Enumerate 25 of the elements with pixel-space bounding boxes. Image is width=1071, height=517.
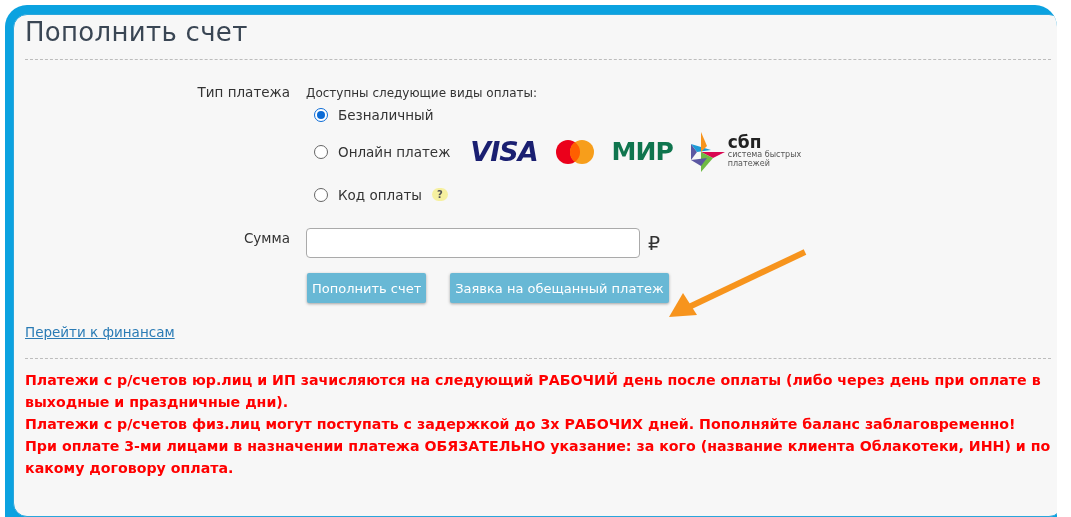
- radio-button[interactable]: [314, 108, 328, 122]
- mastercard-logo: [555, 139, 594, 164]
- top-up-button[interactable]: Пополнить счет: [307, 273, 427, 303]
- sbp-logo-text: сбп: [727, 134, 763, 152]
- option-label: Онлайн платеж: [338, 143, 451, 160]
- currency-sign: ₽: [648, 232, 661, 254]
- amount-field[interactable]: [306, 228, 640, 258]
- notice-text: При оплате 3-ми лицами в назначении платежа ОБЯЗАТЕЛЬНО указание: за кого (название клиента Облакотеки, ИНН) и по какому договору оплата.: [25, 437, 1051, 478]
- mir-logo: МИР: [611, 137, 673, 166]
- promised-payment-button[interactable]: Заявка на обещанный платеж: [450, 273, 669, 303]
- notice-text: Платежи с р/счетов физ.лиц могут поступать с задержкой до 3х РАБОЧИХ дней. Пополняйте баланс заблаговременно!: [25, 415, 1017, 434]
- sbp-logo-icon: [690, 131, 725, 172]
- field-label: Сумма: [242, 229, 291, 246]
- option-label: Код оплаты: [338, 186, 422, 203]
- radio-button[interactable]: [314, 187, 328, 202]
- sbp-caption: система быстрых платежей: [727, 151, 803, 169]
- notice-text: Платежи с р/счетов юр.лиц и ИП зачисляются на следующий РАБОЧИЙ день после оплаты (либо через день при оплате в выходные и праздничные дни).: [25, 371, 1042, 412]
- help-badge[interactable]: ?: [432, 188, 448, 201]
- finance-link[interactable]: Перейти к финансам: [25, 324, 175, 340]
- visa-logo: VISA: [470, 136, 538, 167]
- field-label: Тип платежа: [196, 84, 291, 100]
- option-label: Безналичный: [338, 107, 434, 123]
- hint-text: Доступны следующие виды оплаты:: [306, 86, 538, 100]
- page-title: Пополнить счет: [25, 17, 249, 49]
- radio-button[interactable]: [314, 144, 328, 159]
